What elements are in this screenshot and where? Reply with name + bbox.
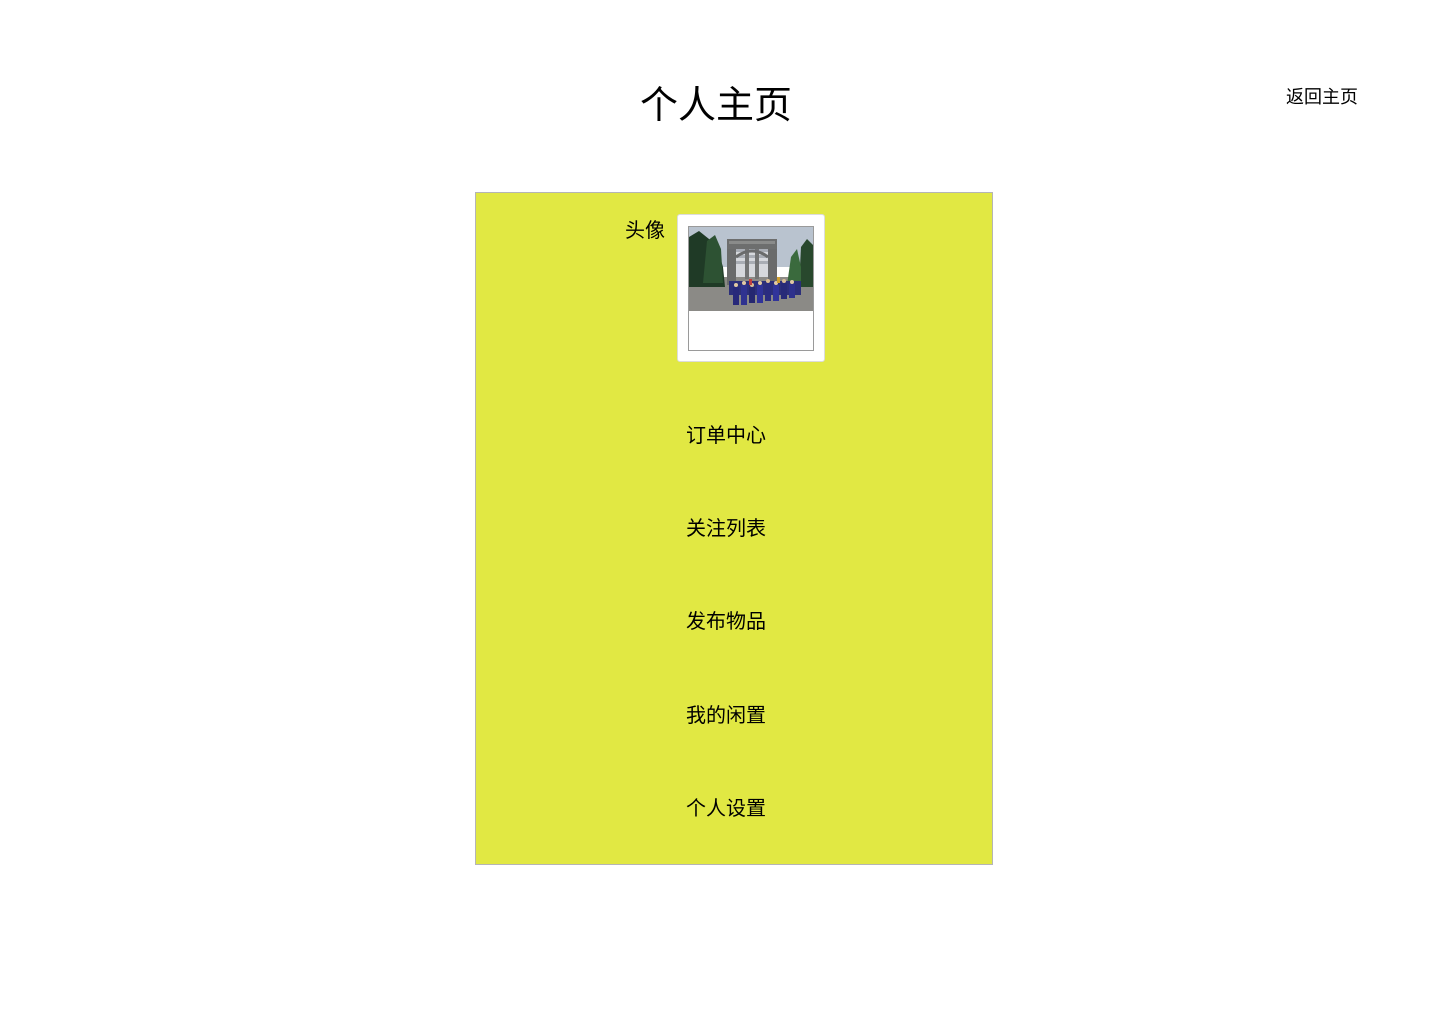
menu-item-order-center[interactable]: 订单中心 bbox=[616, 421, 836, 449]
menu-item-follow-list[interactable]: 关注列表 bbox=[616, 514, 836, 542]
menu-item-my-idle[interactable]: 我的闲置 bbox=[616, 701, 836, 729]
avatar[interactable] bbox=[677, 214, 825, 362]
page-title: 个人主页 bbox=[639, 83, 792, 127]
page: 个人主页 返回主页 头像 订单中心 关注列表 发布物品 我的闲置 个人设置 bbox=[0, 0, 1440, 1024]
profile-panel: 头像 订单中心 关注列表 发布物品 我的闲置 个人设置 bbox=[475, 192, 993, 865]
menu-item-publish-item[interactable]: 发布物品 bbox=[616, 607, 836, 635]
back-home-link[interactable]: 返回主页 bbox=[1286, 86, 1358, 110]
avatar-image-box bbox=[688, 226, 814, 351]
avatar-photo bbox=[689, 227, 813, 311]
avatar-label: 头像 bbox=[625, 218, 665, 242]
menu-item-personal-settings[interactable]: 个人设置 bbox=[616, 794, 836, 822]
